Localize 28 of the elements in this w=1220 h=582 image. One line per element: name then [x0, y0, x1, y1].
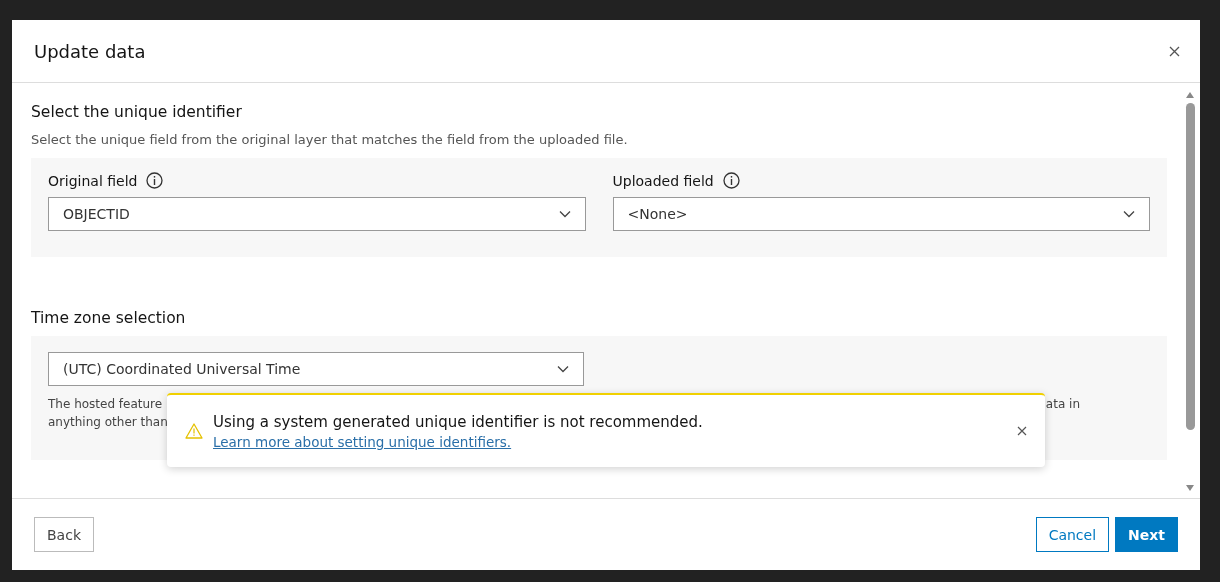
chevron-down-icon: [558, 210, 571, 218]
help-text: ata in: [1045, 396, 1080, 413]
help-text: anything other than: [48, 414, 168, 431]
alert-message: Using a system generated unique identifier is not recommended.: [213, 412, 704, 431]
scroll-down-icon[interactable]: [1185, 484, 1195, 492]
help-text: The hosted feature: [48, 396, 163, 413]
dropdown[interactable]: <None>: [612, 197, 1150, 231]
chevron-down-icon: [557, 365, 569, 373]
dropdown[interactable]: (UTC) Coordinated Universal Time: [48, 352, 584, 386]
section-title: Time zone selection: [31, 309, 187, 327]
back-button[interactable]: Back: [34, 517, 94, 552]
section-description: Select the unique field from the original layer that matches the field from the uploaded file.: [31, 132, 629, 147]
next-button[interactable]: Next: [1115, 517, 1178, 552]
dropdown[interactable]: OBJECTID: [48, 197, 586, 231]
scroll-up-icon[interactable]: [1185, 91, 1195, 99]
learn-more-link[interactable]: Learn more about setting unique identifiers.: [213, 433, 512, 450]
field-label: Uploaded field: [612, 172, 714, 189]
section-title: Select the unique identifier: [31, 103, 243, 121]
warning-icon: [185, 423, 203, 439]
info-icon[interactable]: [722, 172, 740, 189]
dialog-title: Update data: [34, 40, 146, 62]
close-icon[interactable]: [1017, 426, 1027, 436]
field-label: Original field: [48, 172, 138, 189]
close-icon[interactable]: [1169, 45, 1180, 57]
cancel-button[interactable]: Cancel: [1035, 517, 1110, 552]
info-icon[interactable]: [146, 172, 164, 189]
chevron-down-icon: [1123, 210, 1135, 218]
scrollbar-thumb[interactable]: [1185, 103, 1195, 430]
